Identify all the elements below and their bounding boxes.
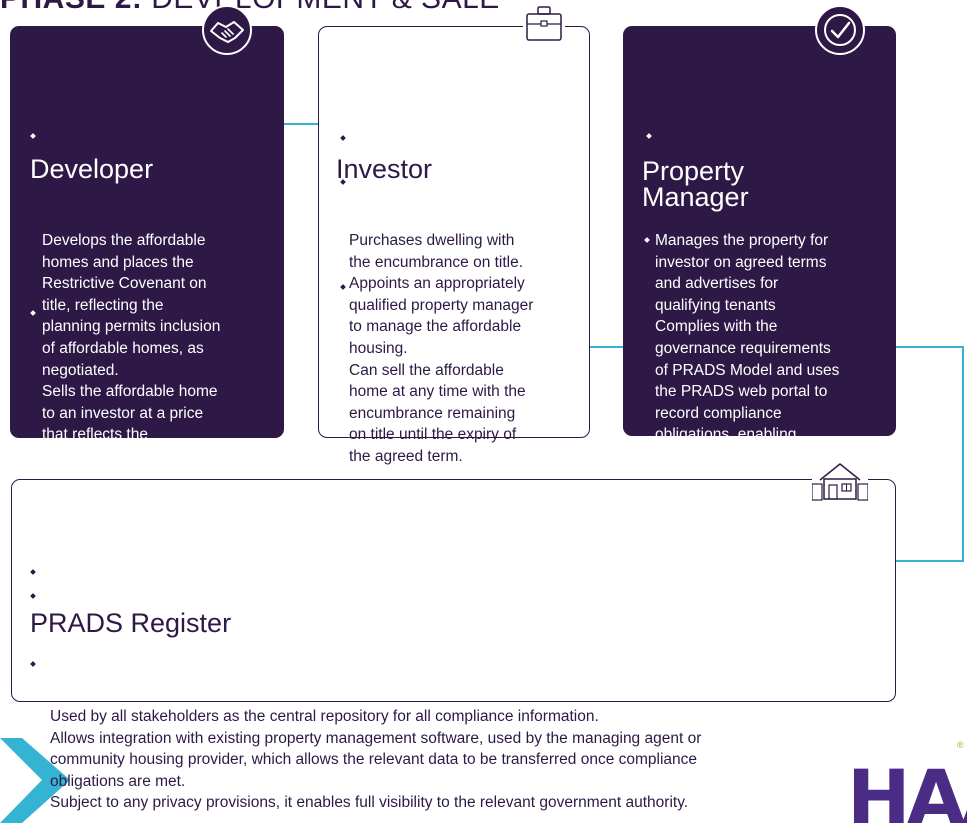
handshake-icon xyxy=(202,5,252,55)
haa-logo-text: HAA xyxy=(847,760,967,823)
connector-manager-register-bottom xyxy=(896,560,964,562)
prads-register-description: Used by all stakeholders as the central … xyxy=(50,708,702,811)
registered-mark: ® xyxy=(957,740,964,750)
phase-name: DEVELOPMENT & SALE xyxy=(142,0,499,15)
developer-heading: Developer xyxy=(30,154,154,184)
investor-description: Purchases dwelling with the encumbrance … xyxy=(349,232,534,465)
developer-description: Develops the affordable homes and places… xyxy=(42,232,221,465)
property-manager-heading: Property Manager xyxy=(642,156,749,212)
connector-manager-register-top xyxy=(896,346,964,348)
briefcase-icon xyxy=(523,0,565,44)
prads-register-card xyxy=(11,479,896,702)
house-icon xyxy=(811,460,869,502)
phase-label: PHASE 2: xyxy=(0,0,142,15)
connector-manager-register-side xyxy=(962,346,964,562)
property-manager-description: Manages the property for investor on agr… xyxy=(655,232,840,487)
connector-developer-investor xyxy=(284,123,319,125)
investor-heading: Investor xyxy=(336,154,433,184)
checkmark-icon xyxy=(815,5,865,55)
prads-register-heading: PRADS Register xyxy=(30,608,232,638)
haa-logo: HAA xyxy=(845,760,967,823)
connector-investor-manager xyxy=(590,346,624,348)
